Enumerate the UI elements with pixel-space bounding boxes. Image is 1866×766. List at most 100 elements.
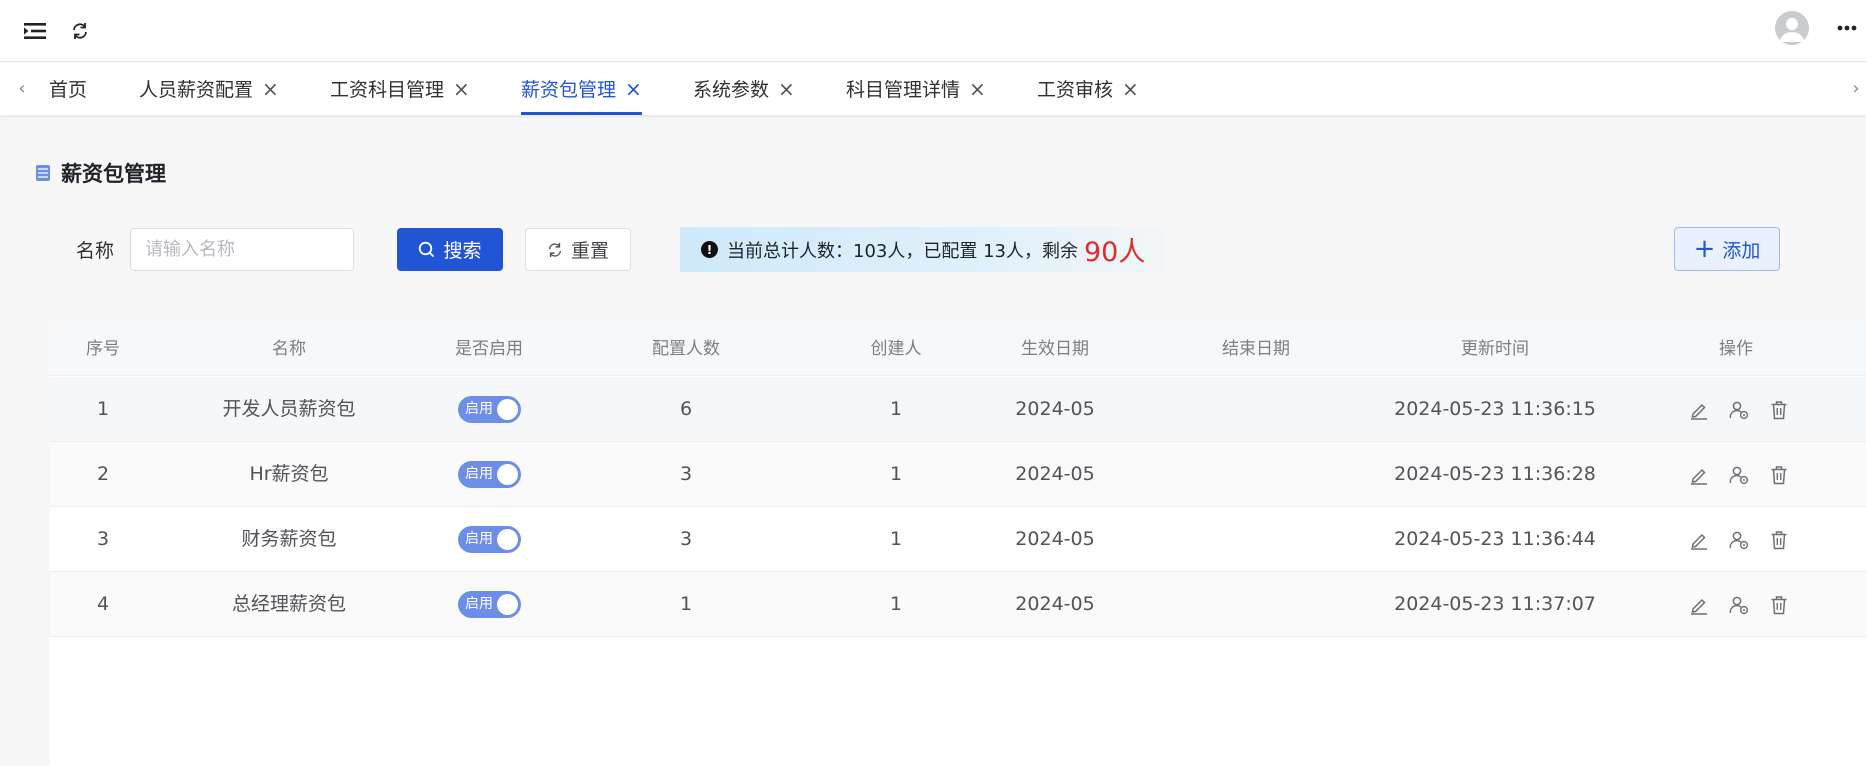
delete-icon[interactable] xyxy=(1766,527,1792,553)
cell-updated: 2024-05-23 11:36:15 xyxy=(1394,398,1596,420)
name-label: 名称 xyxy=(76,240,115,262)
search-button-label: 搜索 xyxy=(443,240,482,262)
row-actions xyxy=(1686,592,1792,618)
user-config-icon[interactable] xyxy=(1726,527,1752,553)
table-row: 3 财务薪资包 启用 3 1 2024-05 2024-05-23 11:36:… xyxy=(50,507,1866,572)
tab-item-detail[interactable]: 科目管理详情 × xyxy=(846,62,986,115)
salary-package-table: 序号 名称 是否启用 配置人数 创建人 生效日期 结束日期 更新时间 操作 1 … xyxy=(50,322,1866,766)
user-config-icon[interactable] xyxy=(1726,397,1752,423)
more-dots-icon[interactable] xyxy=(1833,14,1861,42)
cell-count: 6 xyxy=(679,398,693,420)
switch-knob xyxy=(497,399,518,420)
row-actions xyxy=(1686,527,1792,553)
cell-index: 1 xyxy=(96,398,110,420)
cell-count: 3 xyxy=(679,528,693,550)
page-title-text: 薪资包管理 xyxy=(61,162,166,186)
switch-label: 启用 xyxy=(465,596,493,612)
switch-label: 启用 xyxy=(465,531,493,547)
enabled-switch[interactable]: 启用 xyxy=(458,461,521,488)
tab-home[interactable]: 首页 xyxy=(49,62,87,115)
switch-label: 启用 xyxy=(465,401,493,417)
tab-scroll-left-icon[interactable]: ‹ xyxy=(12,78,32,99)
cell-name: 总经理薪资包 xyxy=(231,593,347,615)
refresh-icon[interactable] xyxy=(65,16,95,46)
package-icon xyxy=(36,165,50,181)
edit-icon[interactable] xyxy=(1686,397,1712,423)
close-icon[interactable]: × xyxy=(969,77,986,101)
column-header-index: 序号 xyxy=(86,339,120,359)
tab-label: 科目管理详情 xyxy=(846,79,961,101)
reset-button-label: 重置 xyxy=(570,240,609,262)
remaining-count: 90人 xyxy=(1083,237,1146,268)
cell-updated: 2024-05-23 11:36:28 xyxy=(1394,463,1596,485)
close-icon[interactable]: × xyxy=(778,77,795,101)
tab-bar: ‹ 首页 人员薪资配置 × 工资科目管理 × 薪资包管理 × 系统参数 × 科目… xyxy=(0,62,1866,115)
user-avatar-icon[interactable] xyxy=(1775,11,1809,45)
column-header-updated: 更新时间 xyxy=(1461,339,1529,359)
switch-label: 启用 xyxy=(465,466,493,482)
page-title: 薪资包管理 xyxy=(34,158,166,188)
notice-text: 当前总计人数：103人，已配置 13人，剩余 xyxy=(727,240,1078,262)
cell-name: Hr薪资包 xyxy=(249,463,329,485)
switch-knob xyxy=(497,464,518,485)
search-icon xyxy=(418,241,435,258)
close-icon[interactable]: × xyxy=(625,77,642,101)
delete-icon[interactable] xyxy=(1766,462,1792,488)
cell-count: 3 xyxy=(679,463,693,485)
cell-start-date: 2024-05 xyxy=(1015,463,1095,485)
tab-system-params[interactable]: 系统参数 × xyxy=(693,62,795,115)
cell-count: 1 xyxy=(679,593,693,615)
cell-name: 财务薪资包 xyxy=(241,528,337,550)
cell-creator: 1 xyxy=(889,398,903,420)
cell-index: 4 xyxy=(96,593,110,615)
cell-start-date: 2024-05 xyxy=(1015,398,1095,420)
user-config-icon[interactable] xyxy=(1726,592,1752,618)
cell-index: 2 xyxy=(96,463,110,485)
cell-start-date: 2024-05 xyxy=(1015,528,1095,550)
cell-creator: 1 xyxy=(889,593,903,615)
delete-icon[interactable] xyxy=(1766,592,1792,618)
enabled-switch[interactable]: 启用 xyxy=(458,591,521,618)
close-icon[interactable]: × xyxy=(1122,77,1139,101)
headcount-notice: ! 当前总计人数：103人，已配置 13人，剩余 90人 xyxy=(680,227,1165,272)
table-header: 序号 名称 是否启用 配置人数 创建人 生效日期 结束日期 更新时间 操作 xyxy=(50,322,1866,376)
tab-label: 薪资包管理 xyxy=(521,79,617,101)
plus-icon: + xyxy=(1693,234,1716,264)
enabled-switch[interactable]: 启用 xyxy=(458,526,521,553)
tab-salary-package[interactable]: 薪资包管理 × xyxy=(521,62,642,115)
table-row: 2 Hr薪资包 启用 3 1 2024-05 2024-05-23 11:36:… xyxy=(50,442,1866,507)
delete-icon[interactable] xyxy=(1766,397,1792,423)
tab-label: 工资科目管理 xyxy=(330,79,445,101)
column-header-actions: 操作 xyxy=(1719,339,1753,359)
add-button[interactable]: + 添加 xyxy=(1674,227,1780,271)
cell-updated: 2024-05-23 11:36:44 xyxy=(1394,528,1596,550)
close-icon[interactable]: × xyxy=(453,77,470,101)
column-header-creator: 创建人 xyxy=(870,339,922,359)
tab-label: 工资审核 xyxy=(1037,79,1114,101)
menu-fold-icon[interactable] xyxy=(20,16,50,46)
column-header-count: 配置人数 xyxy=(652,339,720,359)
table-row: 1 开发人员薪资包 启用 6 1 2024-05 2024-05-23 11:3… xyxy=(50,377,1866,442)
add-button-label: 添加 xyxy=(1722,239,1761,262)
tab-scroll-right-icon[interactable]: › xyxy=(1846,78,1866,99)
close-icon[interactable]: × xyxy=(262,77,279,101)
search-button[interactable]: 搜索 xyxy=(397,228,503,271)
edit-icon[interactable] xyxy=(1686,462,1712,488)
user-config-icon[interactable] xyxy=(1726,462,1752,488)
tab-label: 人员薪资配置 xyxy=(139,79,254,101)
switch-knob xyxy=(497,529,518,550)
exclamation-icon: ! xyxy=(701,241,718,258)
tab-salary-items[interactable]: 工资科目管理 × xyxy=(330,62,470,115)
column-header-enabled: 是否启用 xyxy=(455,339,523,359)
enabled-switch[interactable]: 启用 xyxy=(458,396,521,423)
edit-icon[interactable] xyxy=(1686,592,1712,618)
switch-knob xyxy=(497,594,518,615)
column-header-end-date: 结束日期 xyxy=(1222,339,1290,359)
refresh-icon xyxy=(547,242,563,258)
tab-salary-config[interactable]: 人员薪资配置 × xyxy=(139,62,279,115)
tab-label: 首页 xyxy=(49,79,88,101)
tab-salary-audit[interactable]: 工资审核 × xyxy=(1037,62,1139,115)
reset-button[interactable]: 重置 xyxy=(525,228,631,271)
name-search-input[interactable] xyxy=(130,228,354,271)
edit-icon[interactable] xyxy=(1686,527,1712,553)
